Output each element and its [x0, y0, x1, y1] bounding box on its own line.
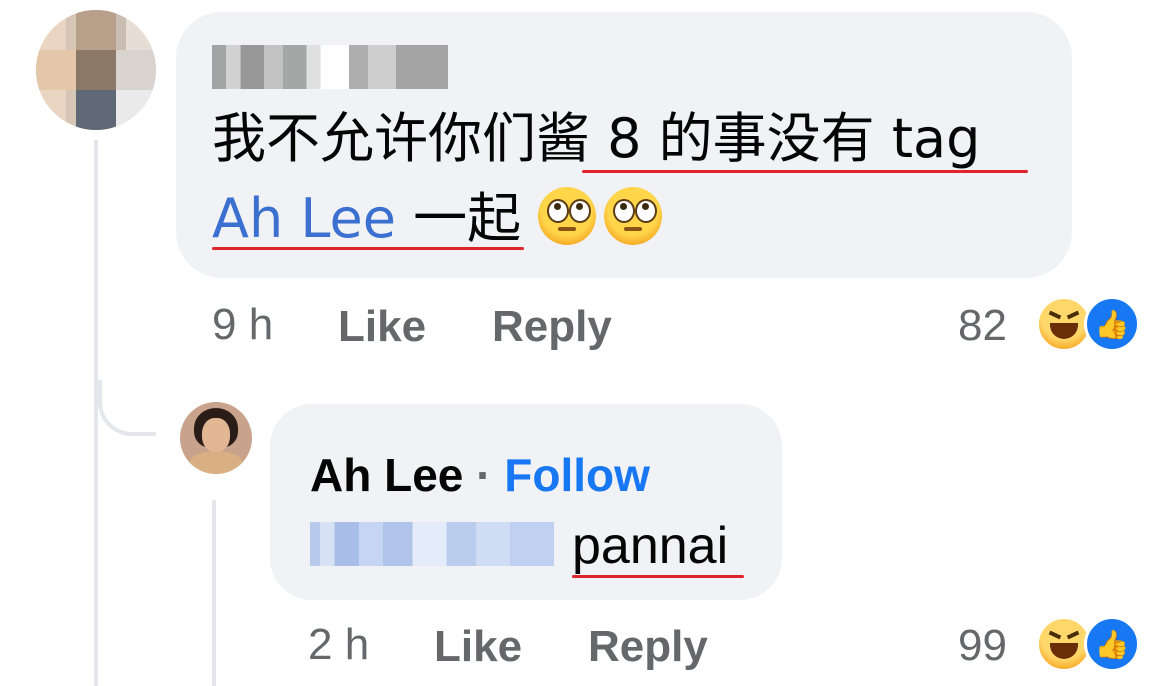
rolling-eyes-emoji-icon — [538, 187, 597, 245]
rolling-eyes-emoji-icon — [604, 187, 663, 245]
reaction-count[interactable]: 82 — [958, 301, 1007, 351]
reply-thread-line — [212, 500, 216, 686]
reply-text: pannai — [572, 517, 729, 575]
like-reaction-icon: 👍 — [1084, 296, 1140, 352]
like-button[interactable]: Like — [338, 302, 426, 352]
comment-text-line-2: Ah Lee 一起 — [212, 184, 663, 254]
reply-button[interactable]: Reply — [588, 622, 708, 672]
mention-blurred[interactable] — [310, 522, 554, 566]
like-button[interactable]: Like — [434, 622, 522, 672]
comment-text-tail: 一起 — [395, 187, 522, 250]
reply-author-line: Ah Lee · Follow — [310, 447, 650, 503]
follow-button[interactable]: Follow — [504, 449, 650, 501]
text-underline — [582, 170, 1028, 173]
reply-button[interactable]: Reply — [492, 302, 612, 352]
avatar[interactable] — [180, 402, 252, 474]
thread-line — [94, 140, 98, 686]
comment-text-line-1: 我不允许你们酱 8 的事没有 tag — [212, 107, 981, 170]
author-name-blurred[interactable] — [212, 45, 448, 89]
timestamp[interactable]: 9 h — [212, 300, 273, 350]
avatar[interactable] — [36, 10, 156, 130]
reply-author-name[interactable]: Ah Lee — [310, 449, 463, 501]
separator-dot: · — [476, 449, 492, 501]
reaction-count[interactable]: 99 — [958, 621, 1007, 671]
like-reaction-icon: 👍 — [1084, 616, 1140, 672]
text-underline — [212, 247, 524, 250]
timestamp[interactable]: 2 h — [308, 620, 369, 670]
reply-connector-curve — [98, 380, 156, 436]
text-underline — [572, 575, 744, 578]
mention-link[interactable]: Ah Lee — [212, 187, 396, 250]
